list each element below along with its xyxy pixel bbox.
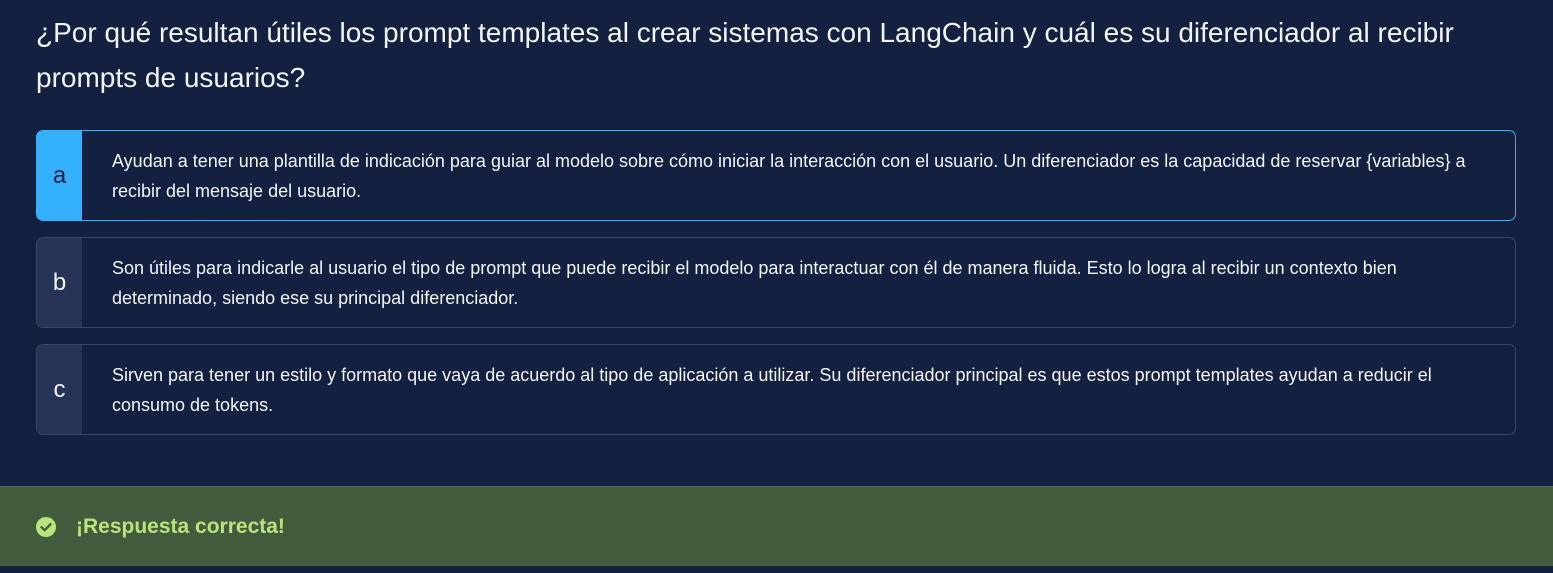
option-letter: a xyxy=(37,131,82,220)
option-letter: c xyxy=(37,345,82,434)
option-c[interactable]: c Sirven para tener un estilo y formato … xyxy=(36,344,1516,435)
check-circle-icon xyxy=(36,516,56,537)
option-b[interactable]: b Son útiles para indicarle al usuario e… xyxy=(36,237,1516,328)
option-letter: b xyxy=(37,238,82,327)
option-text: Son útiles para indicarle al usuario el … xyxy=(112,257,1397,308)
bottom-strip xyxy=(0,566,1553,573)
feedback-banner: ¡Respuesta correcta! xyxy=(0,486,1553,566)
answer-options: a Ayudan a tener una plantilla de indica… xyxy=(36,130,1516,451)
question-title: ¿Por qué resultan útiles los prompt temp… xyxy=(36,17,1454,93)
option-text: Ayudan a tener una plantilla de indicaci… xyxy=(112,150,1466,201)
quiz-page: ¿Por qué resultan útiles los prompt temp… xyxy=(0,0,1553,573)
option-text: Sirven para tener un estilo y formato qu… xyxy=(112,364,1432,415)
option-a[interactable]: a Ayudan a tener una plantilla de indica… xyxy=(36,130,1516,221)
feedback-message: ¡Respuesta correcta! xyxy=(76,514,285,538)
